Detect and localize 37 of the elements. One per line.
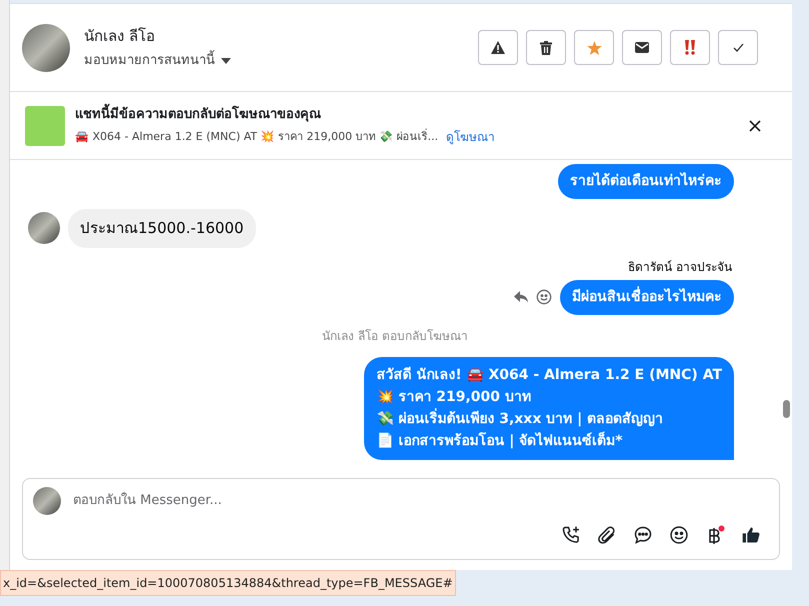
exclamation-icon	[684, 40, 696, 55]
paperclip-icon[interactable]	[597, 525, 617, 545]
chat-bubble-icon[interactable]	[633, 525, 653, 545]
message-bubble: รายได้ต่อเดือนเท่าไหร่คะ	[558, 164, 734, 199]
thumbs-up-icon[interactable]	[741, 525, 761, 545]
message-line: สวัสดี นักเลง! 🚘 X064 - Almera 1.2 E (MNC) AT	[376, 366, 722, 384]
avatar	[28, 212, 60, 244]
avatar	[33, 487, 61, 515]
toolbar-button[interactable]	[622, 30, 662, 65]
contact-name: นักเลง ลีโอ	[84, 26, 156, 46]
close-icon[interactable]	[749, 120, 761, 132]
caret-icon	[221, 58, 231, 64]
car-photo	[25, 106, 65, 146]
check-icon	[732, 43, 744, 52]
message-bubble: มีผ่อนสินเชื่ออะไรไหมคะ	[560, 280, 734, 314]
message-bubble: ประมาณ15000.-16000	[68, 209, 256, 248]
message-line: 💥 ราคา 219,000 บาท	[376, 388, 532, 406]
toolbar-button[interactable]	[526, 30, 566, 65]
reply-icon[interactable]	[514, 291, 528, 303]
warning-icon	[491, 41, 505, 54]
sender-name: ธิดารัตน์ อาจประจัน	[628, 258, 732, 276]
message-line: 💸 ผ่อนเริ่มต้นเพียง 3,xxx บาท | ตลอดสัญญา	[376, 408, 722, 430]
reply-notice: นักเลง ลีโอ ตอบกลับโฆษณา	[322, 328, 468, 344]
view-ad-link[interactable]: ดูโฆษณา	[446, 128, 496, 146]
phone-add-icon[interactable]	[561, 525, 581, 545]
trash-icon	[540, 40, 552, 54]
ad-banner-title: แชทนี้มีข้อความตอบกลับต่อโฆษณาของคุณ	[75, 105, 496, 125]
avatar	[22, 24, 70, 72]
reply-input[interactable]: ตอบกลับใน Messenger...	[73, 491, 769, 511]
smiley-icon[interactable]	[669, 525, 689, 545]
message-line: 📄 เอกสารพร้อมโอน | จัดไฟแนนซ์เต็ม*	[376, 430, 624, 450]
toolbar-button[interactable]	[478, 30, 518, 65]
status-bar-url: x_id=&selected_item_id=100070805134884&thread_type=FB_MESSAGE#	[0, 570, 456, 596]
mail-icon	[635, 42, 649, 53]
ad-summary: 🚘 X064 - Almera 1.2 E (MNC) AT 💥 ราคา 219,000 บาท 💸 ผ่อนเริ่...	[75, 128, 438, 144]
assign-dropdown[interactable]: มอบหมายการสนทนานี้	[84, 51, 231, 70]
star-icon	[586, 40, 602, 54]
